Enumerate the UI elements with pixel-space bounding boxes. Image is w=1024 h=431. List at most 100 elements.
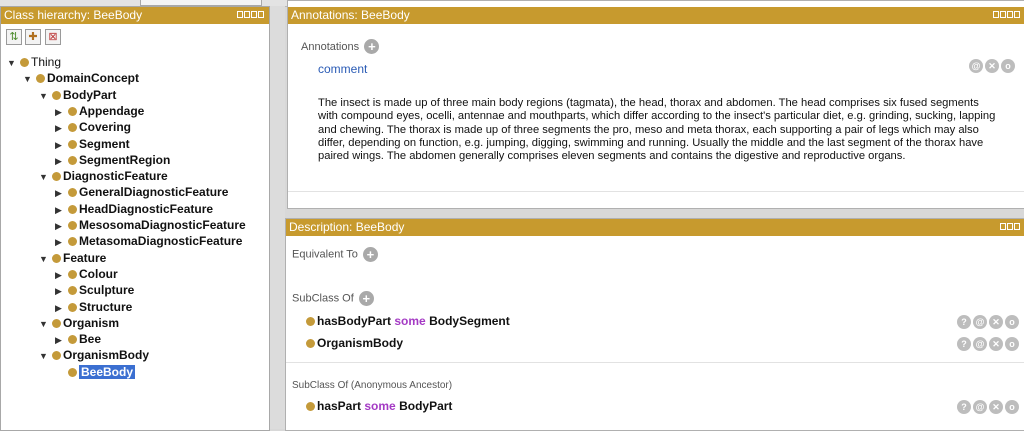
divider-line: [286, 362, 1024, 363]
annotation-property[interactable]: comment: [318, 62, 367, 76]
tree-node[interactable]: ▼ Feature: [39, 250, 106, 266]
tree-node-label[interactable]: Structure: [79, 300, 132, 314]
delete-icon[interactable]: ✕: [989, 315, 1003, 329]
tree-node[interactable]: ▶ Structure: [55, 299, 132, 315]
window-controls[interactable]: [993, 11, 1020, 18]
expand-right-icon[interactable]: ▶: [55, 234, 68, 250]
edit-icon[interactable]: o: [1001, 59, 1015, 73]
tree-node-label[interactable]: DiagnosticFeature: [63, 169, 168, 183]
splitter[interactable]: [270, 6, 285, 429]
tree-node[interactable]: ▶ Segment: [55, 136, 130, 152]
edit-icon[interactable]: o: [1005, 337, 1019, 351]
tree-node-label[interactable]: BodyPart: [63, 88, 116, 102]
explain-icon[interactable]: ?: [957, 315, 971, 329]
annotate-icon[interactable]: @: [969, 59, 983, 73]
expand-down-icon[interactable]: ▼: [39, 169, 52, 185]
expand-down-icon[interactable]: ▼: [7, 55, 20, 71]
tree-node[interactable]: ▼ DomainConcept: [23, 70, 139, 86]
tree-node[interactable]: BeeBody: [55, 364, 136, 380]
edit-icon[interactable]: o: [1005, 400, 1019, 414]
expand-right-icon[interactable]: ▶: [55, 283, 68, 299]
tree-node[interactable]: ▶ Bee: [55, 331, 101, 347]
tree-node-label[interactable]: MetasomaDiagnosticFeature: [79, 234, 242, 248]
class-icon: [68, 367, 77, 377]
tree-node[interactable]: ▼ Organism: [39, 315, 119, 331]
expand-right-icon[interactable]: ▶: [55, 104, 68, 120]
annotation-text: The insect is made up of three main body…: [318, 97, 996, 163]
expand-right-icon[interactable]: ▶: [55, 120, 68, 136]
expand-right-icon[interactable]: ▶: [55, 153, 68, 169]
expand-right-icon[interactable]: ▶: [55, 185, 68, 201]
tree-node-label[interactable]: Thing: [31, 55, 61, 69]
tree-node-label[interactable]: BeeBody: [79, 364, 136, 379]
tree-node[interactable]: ▶ MetasomaDiagnosticFeature: [55, 233, 242, 249]
tree-node-label[interactable]: Sculpture: [79, 283, 134, 297]
tree-node-label[interactable]: Appendage: [79, 104, 144, 118]
annotations-section: Annotations +: [301, 39, 380, 55]
expand-down-icon[interactable]: ▼: [39, 316, 52, 332]
expand-right-icon[interactable]: ▶: [55, 202, 68, 218]
expand-down-icon[interactable]: ▼: [39, 348, 52, 364]
tree-node-label[interactable]: DomainConcept: [47, 71, 139, 85]
delete-icon[interactable]: ✕: [985, 59, 999, 73]
expand-right-icon[interactable]: ▶: [55, 300, 68, 316]
tree-node[interactable]: ▶ SegmentRegion: [55, 152, 170, 168]
add-sibling-icon[interactable]: ✚: [25, 29, 41, 45]
equivalent-to-label: Equivalent To: [292, 248, 358, 261]
expand-right-icon[interactable]: ▶: [55, 218, 68, 234]
window-controls[interactable]: [237, 11, 264, 18]
tree-node-label[interactable]: Covering: [79, 120, 131, 134]
subclass-of-label: SubClass Of: [292, 292, 354, 305]
tree-node[interactable]: ▶ Appendage: [55, 103, 144, 119]
edit-icon[interactable]: o: [1005, 315, 1019, 329]
expand-down-icon[interactable]: ▼: [39, 251, 52, 267]
tree-node[interactable]: ▶ Covering: [55, 119, 131, 135]
window-controls[interactable]: [1000, 223, 1020, 230]
annotate-icon[interactable]: @: [973, 337, 987, 351]
annotations-panel: Annotations: BeeBody Annotations + comme…: [287, 0, 1024, 209]
expand-down-icon[interactable]: ▼: [23, 71, 36, 87]
expand-right-icon[interactable]: ▶: [55, 332, 68, 348]
expand-right-icon[interactable]: ▶: [55, 137, 68, 153]
axiom-row[interactable]: hasPart some BodyPart: [306, 399, 452, 413]
tree-node-label[interactable]: SegmentRegion: [79, 153, 170, 167]
equivalent-to-section: Equivalent To +: [292, 247, 378, 262]
class-icon: [68, 123, 77, 133]
delete-icon[interactable]: ✕: [989, 400, 1003, 414]
tree-node-label[interactable]: Organism: [63, 316, 119, 330]
tree-node-label[interactable]: Bee: [79, 332, 101, 346]
expand-right-icon[interactable]: ▶: [55, 267, 68, 283]
add-equivalent-icon[interactable]: +: [362, 247, 378, 262]
axiom-row[interactable]: hasBodyPart some BodySegment: [306, 314, 510, 328]
delete-class-icon[interactable]: ⊠: [45, 29, 61, 45]
tree-node-label[interactable]: MesosomaDiagnosticFeature: [79, 218, 246, 232]
axiom-actions: ? @ ✕ o: [957, 337, 1019, 351]
tree-node[interactable]: ▶ HeadDiagnosticFeature: [55, 201, 213, 217]
tree-node-label[interactable]: GeneralDiagnosticFeature: [79, 185, 228, 199]
tree-node[interactable]: ▶ GeneralDiagnosticFeature: [55, 184, 228, 200]
annotate-icon[interactable]: @: [973, 315, 987, 329]
tree-node-label[interactable]: HeadDiagnosticFeature: [79, 202, 213, 216]
tree-node[interactable]: ▼ BodyPart: [39, 87, 116, 103]
tree-node[interactable]: ▶ Sculpture: [55, 282, 134, 298]
explain-icon[interactable]: ?: [957, 337, 971, 351]
tree-node[interactable]: ▼ Thing: [7, 54, 61, 70]
tree-node[interactable]: ▶ MesosomaDiagnosticFeature: [55, 217, 246, 233]
tree-node[interactable]: ▼ DiagnosticFeature: [39, 168, 168, 184]
tree-node-label[interactable]: Feature: [63, 251, 106, 265]
tree-node-label[interactable]: Segment: [79, 137, 130, 151]
panel-header: Annotations: BeeBody: [288, 7, 1024, 24]
annotate-icon[interactable]: @: [973, 400, 987, 414]
expand-down-icon[interactable]: ▼: [39, 88, 52, 104]
add-annotation-icon[interactable]: +: [364, 39, 380, 55]
tree-node-label[interactable]: OrganismBody: [63, 348, 149, 362]
tree-node[interactable]: ▼ OrganismBody: [39, 347, 149, 363]
add-superclass-icon[interactable]: +: [358, 291, 374, 306]
explain-icon[interactable]: ?: [957, 400, 971, 414]
axiom-row[interactable]: OrganismBody: [306, 336, 403, 350]
tree-node-label[interactable]: Colour: [79, 267, 118, 281]
delete-icon[interactable]: ✕: [989, 337, 1003, 351]
class-icon: [306, 339, 315, 348]
add-subclass-icon[interactable]: ⇅: [6, 29, 22, 45]
tree-node[interactable]: ▶ Colour: [55, 266, 118, 282]
